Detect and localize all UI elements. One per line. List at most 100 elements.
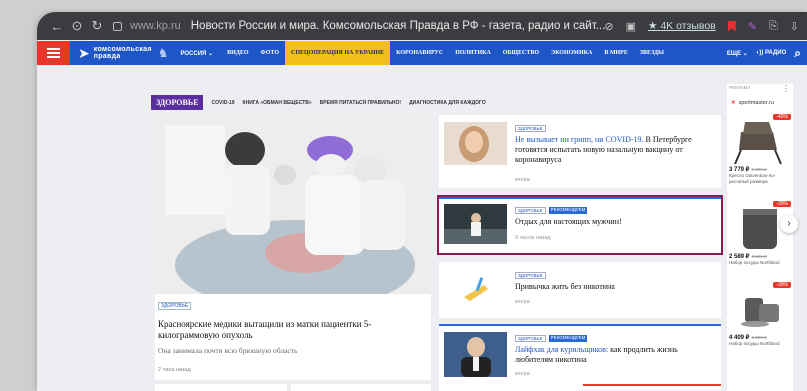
reviews-count: 4K отзывов xyxy=(660,20,716,32)
ad-item-name: Набор посуды Northland xyxy=(729,260,780,265)
ad-brand-name: sportmaster.ru xyxy=(738,100,774,106)
news-card[interactable]: ЗДОРОВЬЕ Не вызывает ни грипп, ни COVID-… xyxy=(439,115,721,188)
feature-article[interactable]: ЗДОРОВЬЕ Красноярские медики вытащили из… xyxy=(155,115,431,380)
reload-icon[interactable]: ↻ xyxy=(87,18,107,34)
ad-brand[interactable]: ✕ sportmaster.ru xyxy=(731,100,774,106)
card-thumbnail[interactable] xyxy=(444,267,507,310)
ad-price: 2 589 ₽3 699 ₽ xyxy=(729,253,791,260)
ad-label: РЕКЛАМА xyxy=(729,85,751,90)
menu-item[interactable]: ПОЛИТИКА xyxy=(449,50,497,56)
card-title-link[interactable]: Лайфхак для курильщиков: xyxy=(515,345,608,354)
next-row-card[interactable] xyxy=(439,384,579,391)
discount-badge: -30% xyxy=(773,201,791,207)
brand-logo-icon: ✕ xyxy=(731,100,736,106)
category-badge[interactable]: ЗДОРОВЬЕ xyxy=(158,302,192,310)
menu-item[interactable]: ЗВЕЗДЫ xyxy=(634,50,670,56)
menu-item[interactable]: СПЕЦОПЕРАЦИЯ НА УКРАИНЕ xyxy=(285,41,391,65)
category-badge[interactable]: ЗДОРОВЬЕ xyxy=(515,335,546,342)
logo-figure-icon: ♞ xyxy=(157,46,169,60)
more-options-icon[interactable]: ⋮ xyxy=(782,84,790,93)
card-title[interactable]: Привычка жить без никотина xyxy=(515,282,710,292)
ad-item[interactable]: -30% 2 589 ₽3 699 ₽ Набор посуды Northla… xyxy=(729,201,791,266)
more-label: ЕЩЕ xyxy=(726,50,741,57)
ad-item-name: Кресло Outventure Ко-ресчатый размера xyxy=(729,173,776,184)
reviews-link[interactable]: ★ 4K отзывов xyxy=(648,20,716,32)
card-time: вчера xyxy=(515,299,530,305)
subnav-item[interactable]: COVID-19 xyxy=(211,100,234,106)
feather-icon[interactable]: ✎ xyxy=(748,20,757,33)
menu-item[interactable]: ФОТО xyxy=(255,50,285,56)
next-row-card[interactable] xyxy=(291,384,431,391)
ad-item[interactable]: -30% 4 409 ₽6 299 ₽ Набор посуды Northla… xyxy=(729,282,791,347)
next-row-card[interactable] xyxy=(155,384,287,391)
old-price: 3 699 ₽ xyxy=(751,254,767,259)
card-title[interactable]: Не вызывает ни грипп, ни COVID-19. В Пет… xyxy=(515,135,710,165)
discount-badge: -30% xyxy=(773,282,791,288)
site-logo[interactable]: ➤ комсомольская правда ♞ xyxy=(78,45,168,62)
old-price: 6 299 ₽ xyxy=(751,335,767,340)
translate-icon[interactable]: ⎘ xyxy=(769,20,778,33)
ad-item-image[interactable]: -40% xyxy=(729,114,791,166)
feature-title[interactable]: Красноярские медики вытащили из матки па… xyxy=(158,319,418,341)
lock-icon xyxy=(113,21,122,31)
ad-item[interactable]: -40% 3 779 ₽6 299 ₽ Кресло Outventure Ко… xyxy=(729,114,791,185)
card-title-link[interactable]: Не вызывает ни грипп, ни COVID-19. xyxy=(515,135,644,144)
section-title[interactable]: ЗДОРОВЬЕ xyxy=(151,95,204,110)
card-title[interactable]: Лайфхак для курильщиков: как продлить жи… xyxy=(515,345,710,365)
news-card-selected[interactable]: ЗДОРОВЬЕ РЕКОМЕНДУЕМ Отдых для настоящих … xyxy=(437,195,723,255)
category-badge[interactable]: ЗДОРОВЬЕ xyxy=(515,207,546,214)
browser-toolbar: ← ⊙ ↻ www.kp.ru Новости России и мира. К… xyxy=(37,12,807,40)
news-card[interactable]: ЗДОРОВЬЕ РЕКОМЕНДУЕМ Лайфхак для курильщи… xyxy=(439,324,721,390)
subnav-item[interactable]: ВРЕМЯ ПИТАТЬСЯ ПРАВИЛЬНО! xyxy=(320,100,401,106)
bookmark-icon[interactable] xyxy=(727,20,736,32)
card-time: 9 часов назад xyxy=(515,235,551,241)
menu-item[interactable]: В МИРЕ xyxy=(598,50,634,56)
card-thumbnail[interactable] xyxy=(444,122,507,165)
menu-item[interactable]: ВИДЕО xyxy=(221,50,254,56)
category-badge[interactable]: ЗДОРОВЬЕ xyxy=(515,272,546,279)
forward-icon[interactable]: ⊙ xyxy=(67,18,87,34)
logo-text-2: правда xyxy=(93,53,121,60)
back-icon[interactable]: ← xyxy=(47,19,67,34)
ad-price: 4 409 ₽6 299 ₽ xyxy=(729,334,791,341)
subnav-item[interactable]: КНИГА «ОБМАН ВЕЩЕСТВ» xyxy=(243,100,312,106)
logo-arrow-icon: ➤ xyxy=(78,44,90,61)
privacy-icon[interactable]: ⊘ xyxy=(604,20,613,33)
site-navbar: ➤ комсомольская правда ♞ РОССИЯ ⌄ ВИДЕО Ф… xyxy=(37,41,807,65)
feature-photo[interactable] xyxy=(155,115,431,294)
radio-link[interactable]: ◖)) РАДИО xyxy=(756,50,787,56)
menu-item[interactable]: КОРОНАВИРУС xyxy=(390,50,449,56)
ad-item-name: Набор посуды Northland xyxy=(729,341,780,346)
next-row-card[interactable] xyxy=(583,384,721,391)
ad-column[interactable]: РЕКЛАМА ⋮ ✕ sportmaster.ru -40% 3 779 ₽6 … xyxy=(727,84,793,391)
recommend-badge[interactable]: РЕКОМЕНДУЕМ xyxy=(548,335,588,342)
menu-icon[interactable] xyxy=(37,41,70,65)
card-time: вчера xyxy=(515,371,530,377)
card-title[interactable]: Отдых для настоящих мужчин! xyxy=(515,217,710,227)
logo-text-1: комсомольская xyxy=(93,46,152,53)
more-menu[interactable]: ЕЩЕ ⌄ xyxy=(727,50,748,57)
search-icon[interactable]: ⌕ xyxy=(794,46,801,61)
subnav-item[interactable]: ДИАГНОСТИКА ДЛЯ КАЖДОГО xyxy=(409,100,486,106)
share-icon[interactable]: ▣ xyxy=(626,20,636,33)
browser-window: ← ⊙ ↻ www.kp.ru Новости России и мира. К… xyxy=(37,12,807,391)
region-selector[interactable]: РОССИЯ ⌄ xyxy=(180,50,213,57)
recommend-badge[interactable]: РЕКОМЕНДУЕМ xyxy=(548,207,588,214)
news-card[interactable]: ЗДОРОВЬЕ Привычка жить без никотина вчер… xyxy=(439,262,721,318)
discount-badge: -40% xyxy=(773,114,791,120)
download-icon[interactable]: ⇩ xyxy=(790,20,799,33)
url-domain[interactable]: www.kp.ru xyxy=(130,20,181,32)
carousel-next-icon[interactable]: › xyxy=(780,215,798,233)
region-label: РОССИЯ xyxy=(180,50,207,57)
main-menu: ВИДЕО ФОТО СПЕЦОПЕРАЦИЯ НА УКРАИНЕ КОРОНАВИ… xyxy=(221,41,670,65)
page-title[interactable]: Новости России и мира. Комсомольская Пра… xyxy=(191,20,606,32)
card-time: вчера xyxy=(515,177,530,183)
feature-time: 2 часа назад xyxy=(158,367,191,373)
card-thumbnail[interactable] xyxy=(444,332,507,377)
old-price: 6 299 ₽ xyxy=(751,167,767,172)
category-badge[interactable]: ЗДОРОВЬЕ xyxy=(515,125,546,132)
menu-item[interactable]: ОБЩЕСТВО xyxy=(497,50,545,56)
card-thumbnail[interactable] xyxy=(444,204,507,244)
ad-item-image[interactable]: -30% xyxy=(729,282,791,334)
menu-item[interactable]: ЭКОНОМИКА xyxy=(545,50,598,56)
